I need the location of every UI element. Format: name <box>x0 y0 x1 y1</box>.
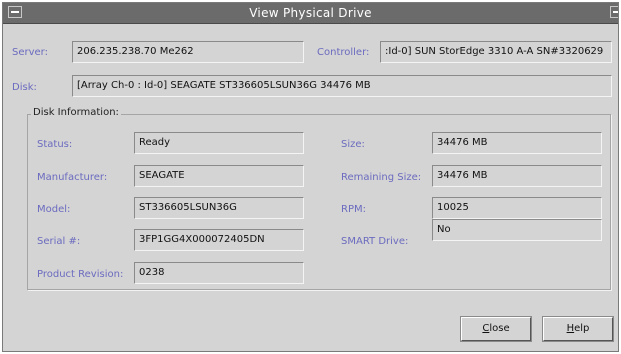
product-revision-label: Product Revision: <box>37 269 124 280</box>
server-field: 206.235.238.70 Me262 <box>72 41 304 63</box>
view-physical-drive-window: View Physical Drive Server: 206.235.238.… <box>2 2 619 352</box>
help-button[interactable]: Help <box>543 317 613 341</box>
window-control-button[interactable] <box>610 6 618 18</box>
model-label: Model: <box>37 204 71 215</box>
model-field: ST336605LSUN36G <box>134 197 304 219</box>
smart-drive-label: SMART Drive: <box>341 236 409 247</box>
product-revision-field: 0238 <box>134 262 304 284</box>
remaining-size-field: 34476 MB <box>432 165 602 187</box>
manufacturer-label: Manufacturer: <box>37 172 108 183</box>
serial-label: Serial #: <box>37 236 81 247</box>
size-label: Size: <box>341 139 365 150</box>
close-button[interactable]: Close <box>461 317 531 341</box>
rpm-field: 10025 <box>432 197 602 219</box>
title-bar[interactable]: View Physical Drive <box>3 3 618 24</box>
manufacturer-field: SEAGATE <box>134 165 304 187</box>
disk-information-title: Disk Information: <box>31 107 121 118</box>
size-field: 34476 MB <box>432 132 602 154</box>
help-label: elp <box>574 323 590 334</box>
help-mnemonic: H <box>566 323 575 334</box>
remaining-size-label: Remaining Size: <box>341 172 422 183</box>
controller-field: :Id-0] SUN StorEdge 3310 A-A SN#3320629 <box>380 41 612 63</box>
server-label: Server: <box>12 47 48 58</box>
controller-label: Controller: <box>317 47 370 58</box>
close-label: lose <box>489 323 510 334</box>
window-control-icon <box>613 11 618 13</box>
status-field: Ready <box>134 132 304 154</box>
rpm-label: RPM: <box>341 204 366 215</box>
window-title: View Physical Drive <box>249 6 372 20</box>
status-label: Status: <box>37 139 73 150</box>
disk-label: Disk: <box>12 82 37 93</box>
smart-drive-field: No <box>432 219 602 241</box>
disk-field: [Array Ch-0 : Id-0] SEAGATE ST336605LSUN… <box>72 75 612 97</box>
serial-field: 3FP1GG4X000072405DN <box>134 229 304 251</box>
